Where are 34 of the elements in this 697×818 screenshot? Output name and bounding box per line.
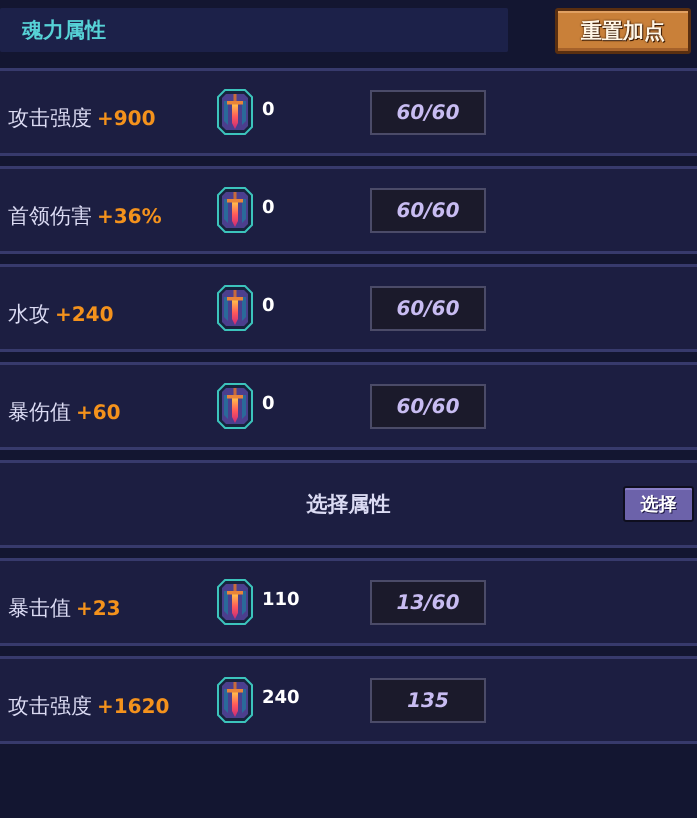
sword-badge-icon — [217, 285, 253, 331]
count-text: 240 — [262, 686, 300, 708]
value-display: 60/60 — [370, 384, 486, 428]
stat-bonus: +240 — [55, 302, 114, 326]
value-display: 60/60 — [370, 188, 486, 232]
stat-name: 攻击强度 — [8, 693, 92, 720]
value-display: 60/60 — [370, 90, 486, 134]
sword-badge-icon — [217, 677, 253, 723]
stat-name: 攻击强度 — [8, 105, 92, 132]
value-display: 13/60 — [370, 580, 486, 624]
count-text: 0 — [262, 392, 275, 414]
sword-badge-icon — [217, 187, 253, 233]
stat-bonus: +60 — [76, 400, 121, 424]
stat-bonus: +23 — [76, 596, 121, 620]
sword-badge-icon — [217, 579, 253, 625]
count-text: 0 — [262, 294, 275, 316]
stat-name: 暴击值 — [8, 595, 71, 622]
stat-bonus: +36% — [97, 204, 162, 228]
stat-name: 暴伤值 — [8, 399, 71, 426]
select-button[interactable]: 选择 — [623, 486, 694, 522]
select-attribute-label: 选择属性 — [306, 491, 390, 518]
reset-points-button[interactable]: 重置加点 — [555, 8, 691, 54]
panel-title: 魂力属性 — [22, 17, 106, 44]
count-text: 0 — [262, 98, 275, 120]
sword-badge-icon — [217, 89, 253, 135]
stat-name: 水攻 — [8, 301, 50, 328]
count-text: 0 — [262, 196, 275, 218]
stat-bonus: +900 — [97, 106, 156, 130]
value-display: 135 — [370, 678, 486, 722]
count-text: 110 — [262, 588, 300, 610]
stat-bonus: +1620 — [97, 694, 170, 718]
value-display: 60/60 — [370, 286, 486, 330]
stat-name: 首领伤害 — [8, 203, 92, 230]
sword-badge-icon — [217, 383, 253, 429]
